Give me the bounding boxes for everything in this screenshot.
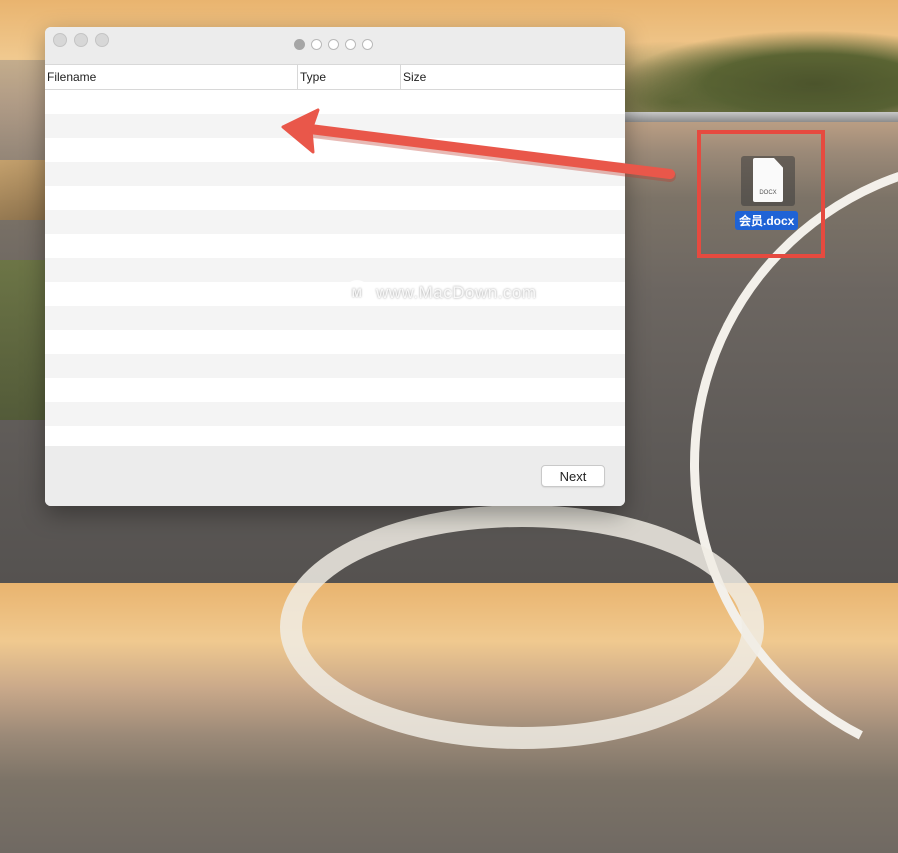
table-row xyxy=(45,162,625,186)
table-drop-area[interactable] xyxy=(45,90,625,446)
guard-rail-left xyxy=(0,160,46,220)
wizard-window: Filename Type Size Next xyxy=(45,27,625,506)
table-row xyxy=(45,90,625,114)
watermark: M www.MacDown.com xyxy=(344,280,537,306)
docx-file-icon[interactable]: DOCX xyxy=(741,156,795,206)
table-row xyxy=(45,306,625,330)
column-header-filename[interactable]: Filename xyxy=(45,65,298,89)
page-indicator xyxy=(294,39,373,50)
page-dot-3 xyxy=(328,39,339,50)
watermark-logo-icon: M xyxy=(344,280,370,306)
file-table[interactable]: Filename Type Size xyxy=(45,64,625,446)
table-row xyxy=(45,426,625,446)
table-row xyxy=(45,354,625,378)
page-dot-5 xyxy=(362,39,373,50)
table-row xyxy=(45,114,625,138)
title-bar[interactable] xyxy=(45,27,625,64)
table-row xyxy=(45,402,625,426)
table-row xyxy=(45,258,625,282)
minimize-button[interactable] xyxy=(74,33,88,47)
window-controls xyxy=(53,33,109,47)
page-dot-1 xyxy=(294,39,305,50)
background-hills xyxy=(620,30,898,120)
zoom-button[interactable] xyxy=(95,33,109,47)
table-row xyxy=(45,234,625,258)
page-dot-2 xyxy=(311,39,322,50)
column-header-type[interactable]: Type xyxy=(298,65,401,89)
table-row xyxy=(45,378,625,402)
guard-rail xyxy=(620,112,898,122)
table-row xyxy=(45,330,625,354)
next-button[interactable]: Next xyxy=(541,465,605,487)
document-icon: DOCX xyxy=(753,158,783,202)
file-name-label[interactable]: 会员.docx xyxy=(735,211,799,230)
table-row xyxy=(45,210,625,234)
close-button[interactable] xyxy=(53,33,67,47)
table-row xyxy=(45,282,625,306)
page-dot-4 xyxy=(345,39,356,50)
table-row xyxy=(45,186,625,210)
road-emblem xyxy=(280,505,764,749)
window-footer: Next xyxy=(45,446,625,506)
watermark-text: www.MacDown.com xyxy=(376,283,537,302)
table-row xyxy=(45,138,625,162)
table-header: Filename Type Size xyxy=(45,64,625,90)
column-header-size[interactable]: Size xyxy=(401,65,625,89)
grass-left xyxy=(0,260,48,420)
file-type-label: DOCX xyxy=(759,190,777,196)
